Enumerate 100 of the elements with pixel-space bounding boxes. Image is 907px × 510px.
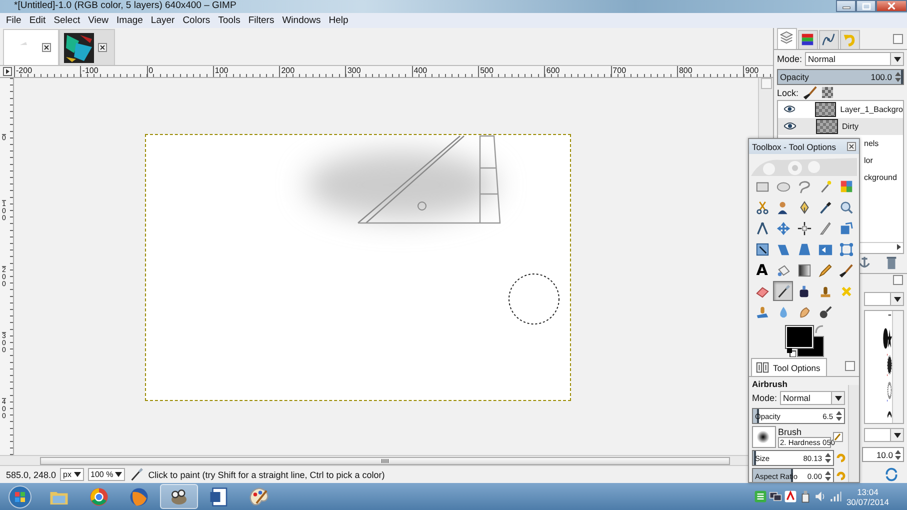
brush-dropdown[interactable]: [864, 428, 904, 442]
tool-options-tab[interactable]: Tool Options: [751, 358, 828, 376]
mode-dropdown[interactable]: Normal: [805, 52, 904, 66]
menu-item[interactable]: Filters: [244, 15, 278, 26]
dropdown-arrow-icon: [894, 296, 900, 302]
spin-arrows-icon[interactable]: [824, 470, 832, 482]
airbrush-icon: [129, 467, 144, 482]
path-curve-icon: [821, 32, 836, 48]
minimize-button[interactable]: [836, 0, 856, 12]
brush-preview[interactable]: [752, 426, 776, 448]
maximize-icon: [862, 2, 870, 10]
search-icon: [838, 200, 854, 214]
spin-arrows-icon[interactable]: [824, 452, 832, 464]
dropdown-arrow-icon: [894, 432, 900, 438]
spacing-field[interactable]: 10.0: [862, 447, 904, 462]
tool-name: Airbrush: [751, 378, 788, 389]
scissors-icon: [754, 200, 770, 214]
scrollbar[interactable]: [848, 385, 859, 482]
move-arrows-icon: [776, 220, 790, 236]
layer-name: ckground: [864, 172, 897, 182]
compass-icon: [754, 220, 770, 236]
trapezoid-icon: [796, 242, 812, 256]
status-message: Click to paint (try Shift for a straight line, Ctrl to pick a color): [148, 470, 385, 480]
paintbrush-icon: [802, 85, 818, 100]
brush-label: Brush: [778, 426, 803, 436]
clock-date: 30/07/2014: [846, 496, 889, 506]
menu-item[interactable]: View: [84, 15, 113, 26]
anchor-icon: [857, 254, 872, 270]
scrollbar-thumb[interactable]: [40, 456, 730, 464]
ruler-label: -200: [14, 66, 80, 77]
ruler-label: 400: [412, 66, 478, 77]
close-button[interactable]: [876, 0, 907, 12]
close-icon[interactable]: [42, 43, 51, 52]
refresh-icon: [884, 466, 899, 482]
squares-icon: [838, 178, 854, 194]
dock-tab[interactable]: [819, 30, 839, 50]
unit-dropdown[interactable]: px: [60, 468, 84, 481]
filter-dropdown[interactable]: [864, 292, 904, 306]
eyedropper-icon: [818, 200, 832, 214]
dropdown-arrow-icon: [894, 56, 900, 62]
spin-arrows-icon[interactable]: [894, 449, 902, 461]
dock-tab[interactable]: [798, 30, 818, 50]
ruler-label: 100: [212, 66, 280, 77]
tool-button[interactable]: A: [752, 260, 772, 280]
pencil-icon: [818, 262, 832, 278]
scale-icon: [754, 242, 770, 256]
default-colors-icon[interactable]: [787, 348, 796, 357]
dock-tab[interactable]: [777, 28, 797, 50]
rotate-icon: [838, 220, 854, 236]
layer-row[interactable]: Dirty: [778, 118, 903, 135]
slider-label: Opacity: [780, 72, 809, 82]
checker-icon[interactable]: [822, 87, 833, 98]
menu-item[interactable]: Tools: [214, 15, 244, 26]
close-icon[interactable]: [98, 43, 107, 52]
menu-item[interactable]: Help: [324, 15, 352, 26]
sliders-icon: [755, 360, 770, 375]
eye-icon[interactable]: [784, 105, 796, 114]
ruler-label: 200: [279, 66, 346, 77]
pointer-coordinates: 585.0, 248.0: [6, 470, 56, 480]
scrollbar[interactable]: [892, 311, 903, 423]
maximize-button[interactable]: [856, 0, 876, 12]
menu-item[interactable]: Windows: [278, 15, 325, 26]
ruler-label: 0: [146, 66, 213, 77]
slider-value: 100.0: [870, 72, 892, 82]
image-tab[interactable]: [59, 29, 115, 65]
opacity-slider[interactable]: Opacity 100.0: [777, 69, 904, 85]
collapse-button[interactable]: [893, 34, 903, 44]
edit-icon[interactable]: [833, 432, 843, 442]
menu-item[interactable]: File: [2, 15, 26, 26]
zoom-dropdown[interactable]: 100 %: [88, 468, 126, 481]
dropdown-arrow-icon: [834, 396, 842, 400]
close-icon: [887, 2, 896, 10]
menu-item[interactable]: Select: [50, 15, 84, 26]
close-icon[interactable]: [847, 142, 856, 151]
undo-icon: [842, 32, 857, 48]
collapse-button[interactable]: [893, 275, 903, 285]
foreground-color-swatch[interactable]: [786, 326, 813, 348]
layer-name: Layer_1_Backgro: [840, 104, 903, 114]
spin-arrows-icon[interactable]: [894, 71, 902, 84]
tool-button[interactable]: [773, 281, 793, 301]
ruler-label: -100: [80, 66, 147, 77]
layer-row[interactable]: Layer_1_Backgro: [778, 100, 903, 118]
menu-item[interactable]: Image: [112, 15, 147, 26]
taskbar-button[interactable]: [160, 484, 198, 509]
eye-icon[interactable]: [784, 122, 796, 130]
menu-item[interactable]: Edit: [25, 15, 50, 26]
cage-icon: [838, 242, 854, 256]
menu-item[interactable]: Colors: [178, 15, 214, 26]
trash-icon: [884, 254, 899, 270]
mode-dropdown[interactable]: Normal: [780, 391, 845, 405]
spin-arrows-icon[interactable]: [835, 410, 843, 422]
menu-item[interactable]: Layer: [146, 15, 179, 26]
ruler-label: 800: [676, 66, 744, 77]
gradient-icon: [796, 262, 812, 278]
menu-arrow-icon[interactable]: [2, 67, 12, 76]
globe-icon: [129, 486, 149, 506]
scroll-right-icon[interactable]: [895, 242, 903, 251]
collapse-button[interactable]: [845, 361, 855, 371]
layer-thumbnail: [815, 102, 836, 117]
animal-icon: [169, 486, 189, 506]
